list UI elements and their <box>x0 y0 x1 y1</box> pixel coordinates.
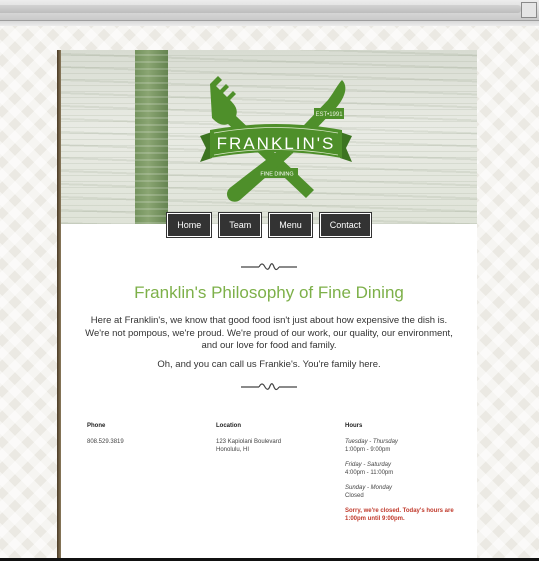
browser-scroll-track[interactable] <box>0 5 521 13</box>
window-corner-button[interactable] <box>521 2 537 18</box>
intro-paragraph: Here at Franklin's, we know that good fo… <box>85 315 453 351</box>
phone-number[interactable]: 808.529.3819 <box>87 438 197 446</box>
ornament-divider-top <box>61 259 477 277</box>
hours-block: Tuesday - Thursday 1:00pm - 9:00pm <box>345 438 465 454</box>
location-heading: Location <box>216 423 241 429</box>
hours-heading: Hours <box>345 423 363 429</box>
wood-post-texture <box>135 50 168 224</box>
nav-contact-button[interactable]: Contact <box>318 212 372 238</box>
browser-separator <box>0 21 539 26</box>
hours-days: Sunday - Monday <box>345 485 393 491</box>
franklins-logo[interactable]: EST•1991 FRANKLIN'S FINE DINING <box>196 62 356 204</box>
address-line-2: Honolulu, HI <box>216 447 250 453</box>
closed-notice: Sorry, we're closed. Today's hours are 1… <box>345 508 454 522</box>
nav-menu-button[interactable]: Menu <box>268 212 313 238</box>
address-line-1: 123 Kapiolani Boulevard <box>216 439 282 445</box>
logo-name-text: FRANKLIN'S <box>217 134 336 153</box>
phone-column: Phone 808.529.3819 <box>87 422 197 446</box>
header-banner: EST•1991 FRANKLIN'S FINE DINING Home Tea… <box>61 50 477 238</box>
hours-time: 4:00pm - 11:00pm <box>345 470 394 476</box>
page-title: Franklin's Philosophy of Fine Dining <box>134 283 404 302</box>
hours-time: Closed <box>345 493 364 499</box>
location-column: Location 123 Kapiolani Boulevard Honolul… <box>216 422 336 454</box>
hours-time: 1:00pm - 9:00pm <box>345 447 391 453</box>
nav-home-button[interactable]: Home <box>166 212 213 238</box>
hours-block: Sunday - Monday Closed <box>345 484 465 500</box>
hours-column: Hours Tuesday - Thursday 1:00pm - 9:00pm… <box>345 422 465 523</box>
logo-tagline-text: FINE DINING <box>260 172 293 178</box>
ornament-divider-bottom <box>61 379 477 397</box>
hours-days: Tuesday - Thursday <box>345 439 398 445</box>
main-nav: Home Team Menu Contact <box>61 212 477 238</box>
phone-heading: Phone <box>87 423 106 429</box>
hours-days: Friday - Saturday <box>345 462 392 468</box>
est-text: EST•1991 <box>315 112 343 118</box>
nav-team-button[interactable]: Team <box>218 212 263 238</box>
intro-paragraph-secondary: Oh, and you can call us Frankie's. You'r… <box>157 359 381 370</box>
browser-toolbar <box>0 0 539 21</box>
hours-block: Friday - Saturday 4:00pm - 11:00pm <box>345 461 465 477</box>
page-container: EST•1991 FRANKLIN'S FINE DINING Home Tea… <box>61 50 477 561</box>
